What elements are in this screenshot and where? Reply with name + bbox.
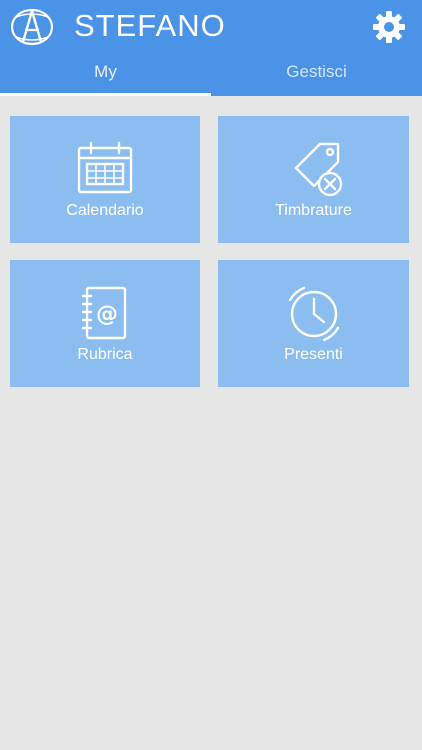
user-name-title: STEFANO <box>74 8 226 43</box>
tile-calendario[interactable]: Calendario <box>10 116 200 243</box>
tab-my[interactable]: My <box>0 56 211 96</box>
tile-presenti-label: Presenti <box>284 346 343 363</box>
tile-timbrature[interactable]: Timbrature <box>218 116 409 243</box>
tab-gestisci[interactable]: Gestisci <box>211 56 422 96</box>
tab-bar: My Gestisci <box>0 56 422 96</box>
address-book-icon: @ <box>81 286 127 340</box>
tile-presenti[interactable]: Presenti <box>218 260 409 387</box>
app-header: STEFANO My Gestisci <box>0 0 422 96</box>
tile-grid: Calendario Timbrature @ Rubrica Presenti <box>10 116 412 387</box>
tab-gestisci-label: Gestisci <box>286 62 347 81</box>
settings-button[interactable] <box>370 8 408 46</box>
tile-calendario-label: Calendario <box>66 202 144 219</box>
tag-cancel-icon <box>294 142 342 197</box>
tab-my-label: My <box>94 62 117 81</box>
svg-text:@: @ <box>96 302 118 327</box>
clock-icon <box>288 286 339 342</box>
tile-rubrica[interactable]: @ Rubrica <box>10 260 200 387</box>
globe-a-logo-icon <box>10 8 54 46</box>
tile-rubrica-label: Rubrica <box>77 346 133 363</box>
tile-timbrature-label: Timbrature <box>275 202 352 219</box>
calendar-icon <box>77 141 133 194</box>
gear-icon <box>373 11 405 43</box>
header-row: STEFANO <box>0 0 422 56</box>
